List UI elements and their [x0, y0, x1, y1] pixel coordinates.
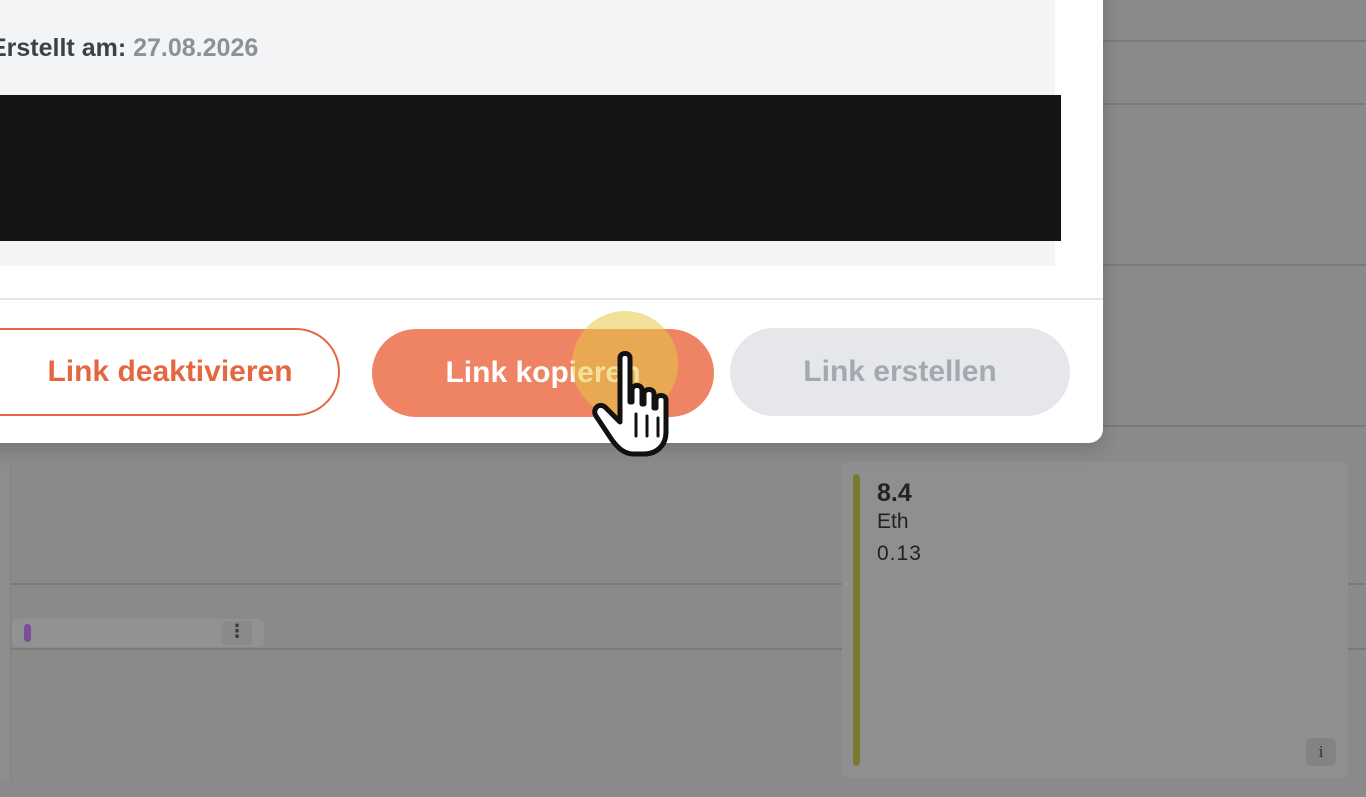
lesson-card[interactable]: 8.4 Eth 0.13 i	[842, 462, 1348, 778]
redacted-link-area	[0, 95, 1061, 241]
lesson-color-bar	[853, 474, 860, 766]
footer-divider	[0, 298, 1103, 300]
calendar-grid-line	[1100, 103, 1366, 105]
vertical-ellipsis-icon[interactable]: ⋮	[222, 621, 252, 645]
calendar-grid-line	[1100, 264, 1366, 266]
lesson-sub-value: 0.13	[877, 542, 922, 565]
deactivate-link-button[interactable]: Link deaktivieren	[0, 328, 340, 416]
lesson-label: Eth	[877, 510, 909, 533]
calendar-grid-line	[1348, 648, 1366, 650]
link-details-panel: Erstellt am: 27.08.2026	[0, 0, 1061, 266]
lesson-value: 8.4	[877, 479, 912, 507]
calendar-grid-line	[1100, 40, 1366, 42]
calendar-grid-line	[10, 583, 842, 585]
create-link-button[interactable]: Link erstellen	[730, 328, 1070, 416]
calendar-grid-line	[10, 648, 842, 650]
share-link-modal: Erstellt am: 27.08.2026 Link deaktiviere…	[0, 0, 1103, 443]
info-icon[interactable]: i	[1306, 738, 1336, 766]
created-date-line: Erstellt am: 27.08.2026	[0, 34, 258, 63]
created-date: 27.08.2026	[133, 34, 259, 62]
calendar-event[interactable]: ⋮	[12, 619, 264, 647]
created-label: Erstellt am:	[0, 34, 127, 62]
event-color-bar	[24, 624, 31, 642]
calendar-column-edge	[0, 462, 11, 780]
hand-pointer-icon	[592, 351, 669, 457]
calendar-grid-line	[1100, 425, 1366, 427]
calendar-grid-line	[1348, 583, 1366, 585]
